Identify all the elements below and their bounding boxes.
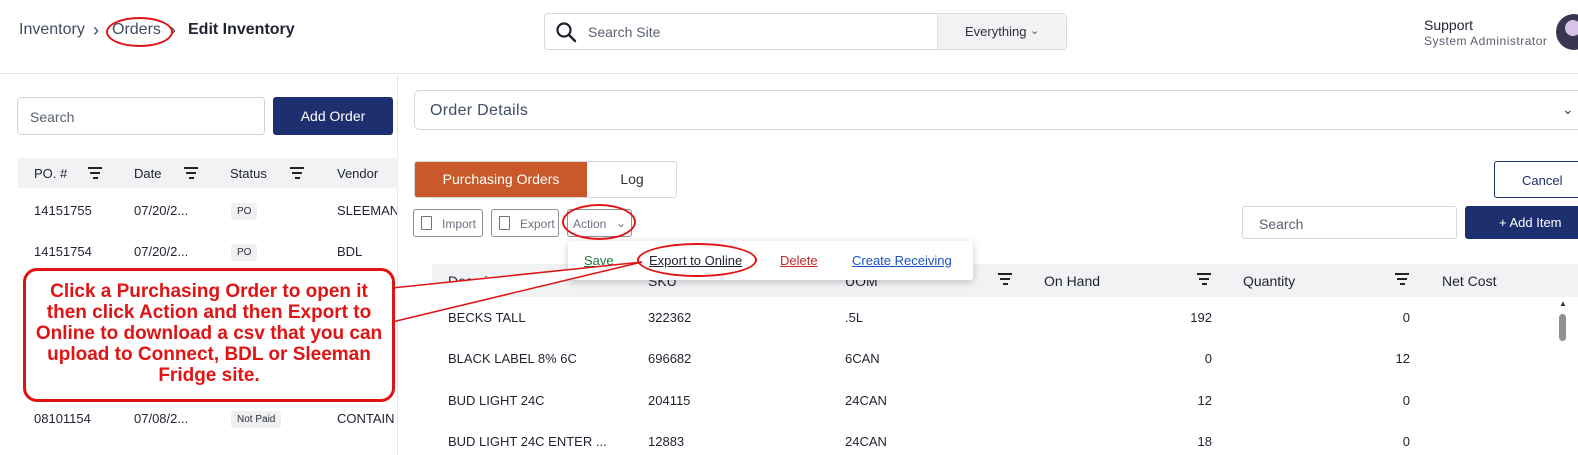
orders-search-input[interactable]: Search [17,97,265,135]
status-badge: PO [231,244,258,261]
item-uom: 24CAN [845,393,887,408]
item-quantity: 0 [1402,393,1410,408]
menu-item-delete[interactable]: Delete [780,253,818,268]
item-description: BUD LIGHT 24C [448,393,545,408]
column-status[interactable]: Status [230,166,267,181]
items-search-input[interactable]: Search [1242,206,1457,239]
order-po: 14151754 [34,244,92,259]
column-vendor[interactable]: Vendor [337,166,378,181]
menu-item-create-receiving[interactable]: Create Receiving [852,253,952,268]
item-on-hand: 18 [1197,434,1212,449]
column-on-hand[interactable]: On Hand [1044,273,1100,289]
item-description: BECKS TALL [448,310,526,325]
export-button[interactable]: Export [491,209,559,237]
column-quantity[interactable]: Quantity [1243,273,1295,289]
item-uom: 6CAN [845,351,880,366]
item-quantity: 0 [1402,434,1410,449]
user-role: System Administrator [1424,34,1548,48]
table-row[interactable]: BUD LIGHT 24C ENTER ... 12883 24CAN 18 0 [432,434,1562,455]
order-row[interactable]: 14151754 07/20/2... PO BDL [18,237,398,267]
item-on-hand: 192 [1190,310,1212,325]
column-date[interactable]: Date [134,166,161,181]
table-row[interactable]: BLACK LABEL 8% 6C 696682 6CAN 0 12 [432,351,1562,391]
search-icon [556,22,577,43]
order-row[interactable]: 14151755 07/20/2... PO SLEEMAN [18,196,398,226]
order-po: 08101154 [34,411,91,426]
add-order-button[interactable]: Add Order [273,97,393,135]
action-menu: Save Export to Online Delete Create Rece… [568,241,973,280]
item-quantity: 0 [1402,310,1410,325]
filter-icon[interactable] [88,167,102,179]
order-tabs: Purchasing Orders Log [414,161,677,198]
column-net-cost[interactable]: Net Cost [1442,273,1496,289]
menu-item-save[interactable]: Save [584,253,614,268]
filter-icon[interactable] [1197,273,1211,285]
order-date: 07/08/2... [134,411,189,426]
item-sku: 696682 [648,351,692,366]
order-row[interactable]: 08101154 07/08/2... Not Paid CONTAIN [18,404,398,434]
orders-table-header: PO. # Date Status Vendor [18,158,398,188]
annotation-ellipse-export-online [637,243,757,277]
tab-log[interactable]: Log [587,162,676,197]
search-scope-select[interactable]: Everything ⌄ [937,14,1066,49]
import-button[interactable]: Import [413,209,483,237]
item-description: BLACK LABEL 8% 6C [448,351,577,366]
item-sku: 322362 [648,310,692,325]
top-bar: Inventory › Orders › Edit Inventory Sear… [0,0,1578,74]
filter-icon[interactable] [1395,273,1409,285]
status-badge: PO [231,203,258,220]
filter-icon[interactable] [290,167,304,179]
order-po: 14151755 [34,203,92,218]
breadcrumb-inventory[interactable]: Inventory [19,21,85,39]
user-name: Support [1424,17,1474,33]
item-on-hand: 0 [1204,351,1212,366]
filter-icon[interactable] [184,167,198,179]
scrollbar-thumb[interactable] [1559,314,1566,341]
import-label: Import [442,217,477,231]
item-description: BUD LIGHT 24C ENTER ... [448,434,607,449]
order-vendor: SLEEMAN [337,203,397,218]
export-label: Export [520,217,555,231]
tab-purchasing-orders[interactable]: Purchasing Orders [415,162,587,197]
order-vendor: CONTAIN [337,411,395,426]
item-on-hand: 12 [1197,393,1212,408]
cancel-button[interactable]: Cancel [1494,161,1578,198]
annotation-callout: Click a Purchasing Order to open it then… [23,268,395,402]
search-input[interactable]: Search Site [588,24,660,40]
chevron-right-icon: › [93,20,99,40]
order-details-title: Order Details [430,102,529,119]
avatar[interactable] [1556,14,1578,50]
column-po[interactable]: PO. # [34,166,67,181]
page-title: Edit Inventory [188,21,295,38]
order-date: 07/20/2... [134,244,189,259]
site-search[interactable]: Search Site Everything ⌄ [544,13,1067,50]
chevron-down-icon[interactable]: ⌄ [1562,101,1574,118]
scroll-up-arrow-icon[interactable]: ▲ [1559,299,1567,308]
order-vendor: BDL [337,244,363,259]
item-uom: 24CAN [845,434,887,449]
column-description[interactable]: Descripti... [448,273,514,289]
status-badge: Not Paid [231,411,282,428]
order-date: 07/20/2... [134,203,189,218]
filter-icon[interactable] [998,273,1012,285]
annotation-ellipse-action [562,204,636,240]
add-item-button[interactable]: + Add Item [1465,206,1578,239]
annotation-ellipse-orders [106,17,173,47]
item-sku: 12883 [648,434,685,449]
callout-text: Click a Purchasing Order to open it then… [35,281,383,386]
item-quantity: 12 [1395,351,1410,366]
table-row[interactable]: BECKS TALL 322362 .5L 192 0 [432,310,1562,350]
search-scope-label: Everything [965,24,1027,39]
import-icon [421,216,432,230]
order-details-panel[interactable]: Order Details ⌄ [414,90,1578,130]
export-icon [499,216,510,230]
item-sku: 204115 [648,393,691,408]
item-uom: .5L [845,310,864,325]
table-row[interactable]: BUD LIGHT 24C 204115 24CAN 12 0 [432,393,1562,433]
chevron-down-icon: ⌄ [1030,25,1040,37]
